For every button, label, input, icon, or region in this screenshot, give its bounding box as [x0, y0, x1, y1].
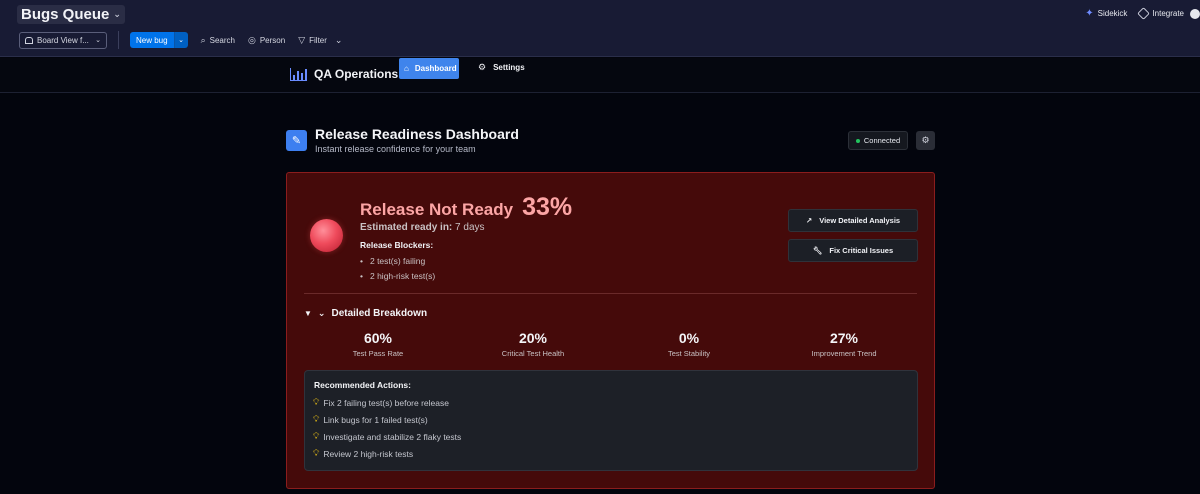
search-label: Search — [209, 35, 235, 45]
release-status-card: Release Not Ready 33% Estimated ready in… — [286, 172, 935, 489]
fix-critical-issues-button[interactable]: 🔧︎ Fix Critical Issues — [788, 239, 918, 262]
card-divider — [304, 293, 917, 294]
chart-icon: ↗ — [805, 216, 813, 225]
view-detailed-analysis-button[interactable]: ↗ View Detailed Analysis — [788, 209, 918, 232]
metric-test-pass-rate: 60% Test Pass Rate — [318, 330, 438, 358]
recommendation-text: Investigate and stabilize 2 flaky tests — [323, 431, 462, 442]
tab-settings-label: Settings — [493, 63, 525, 72]
page-subtitle: Instant release confidence for your team — [315, 144, 476, 154]
integrate-label: Integrate — [1152, 9, 1184, 18]
app-icon — [1190, 8, 1200, 19]
metric-test-stability: 0% Test Stability — [629, 330, 749, 358]
page-title: Release Readiness Dashboard — [315, 126, 519, 142]
person-filter-button[interactable]: ◎ Person — [248, 35, 285, 46]
list-item: 2 high-risk test(s) — [360, 268, 435, 283]
new-bug-button[interactable]: New bug — [130, 32, 174, 48]
view-analysis-label: View Detailed Analysis — [819, 216, 901, 225]
toolbar-divider — [118, 31, 119, 49]
connection-status-label: Connected — [863, 136, 901, 145]
tab-settings[interactable]: ⚙ Settings — [478, 62, 525, 73]
metric-label: Critical Test Health — [501, 349, 565, 358]
release-readiness-percent: 33% — [522, 193, 573, 221]
lightbulb-icon: 💡︎ — [313, 431, 320, 441]
integrate-button[interactable]: Integrate — [1137, 7, 1200, 20]
metric-label: Test Pass Rate — [352, 349, 404, 358]
dashboard-rocket-icon: ✎ — [286, 130, 307, 151]
board-toolbar: Board View f... ⌄ New bug ⌄ ⌕ Search ◎ P… — [19, 31, 342, 49]
breakdown-title: Detailed Breakdown — [331, 308, 428, 319]
sidekick-label: Sidekick — [1097, 9, 1128, 18]
blockers-title: Release Blockers: — [360, 240, 434, 250]
tab-dashboard-label: Dashboard — [414, 64, 457, 73]
list-item: 💡︎ Investigate and stabilize 2 flaky tes… — [313, 431, 461, 442]
metric-value: 0% — [678, 330, 700, 346]
list-item: 2 test(s) failing — [360, 253, 435, 268]
release-status-heading: Release Not Ready 33% — [360, 193, 572, 222]
metric-value: 60% — [363, 330, 393, 346]
board-title[interactable]: Bugs Queue ⌄ — [17, 5, 125, 24]
filter-button[interactable]: ▽ Filter ⌄ — [298, 35, 342, 46]
board-title-text: Bugs Queue — [21, 6, 110, 23]
gear-icon: ⚙ — [921, 135, 930, 145]
board-view-label: Board View f... — [37, 35, 89, 45]
chevron-down-icon: ⌄ — [113, 9, 121, 19]
integrate-icon — [1137, 7, 1151, 20]
metric-label: Improvement Trend — [811, 349, 877, 358]
sparkle-icon: ✦ — [1085, 8, 1094, 19]
fix-issues-label: Fix Critical Issues — [829, 246, 894, 255]
recommended-actions-title: Recommended Actions: — [314, 380, 411, 390]
home-icon: ⌂ — [404, 64, 409, 73]
metric-critical-test-health: 20% Critical Test Health — [473, 330, 593, 358]
release-status-label: Release Not Ready — [360, 200, 514, 219]
sidekick-button[interactable]: ✦ Sidekick — [1085, 8, 1127, 19]
connection-status-badge: Connected — [848, 131, 908, 150]
metric-value: 27% — [829, 330, 859, 346]
app-nav: QA Operations ⌂ Dashboard ⚙ Settings — [0, 58, 1200, 93]
chevron-down-icon: ⌄ — [317, 308, 326, 318]
top-right-actions: ✦ Sidekick Integrate — [1085, 7, 1200, 20]
person-icon: ◎ — [247, 34, 256, 45]
detailed-breakdown-toggle[interactable]: ▼ ⌄ Detailed Breakdown — [304, 308, 427, 319]
filter-icon: ▽ — [298, 34, 306, 45]
home-icon — [25, 36, 33, 44]
metric-value: 20% — [518, 330, 548, 346]
new-bug-button-group: New bug ⌄ — [130, 32, 188, 48]
status-dot-icon — [855, 138, 860, 143]
recommendation-text: Fix 2 failing test(s) before release — [323, 397, 449, 408]
board-view-selector[interactable]: Board View f... ⌄ — [19, 31, 107, 49]
wrench-icon: 🔧︎ — [812, 246, 823, 255]
board-header: Bugs Queue ⌄ ✦ Sidekick Integrate Board … — [0, 0, 1200, 57]
recommendation-text: Link bugs for 1 failed test(s) — [323, 414, 428, 425]
search-icon: ⌕ — [200, 34, 206, 45]
dashboard-settings-button[interactable]: ⚙ — [916, 131, 935, 150]
recommended-actions-panel: Recommended Actions: 💡︎ Fix 2 failing te… — [304, 370, 918, 471]
search-button[interactable]: ⌕ Search — [201, 35, 235, 46]
blockers-list: 2 test(s) failing 2 high-risk test(s) — [360, 253, 435, 283]
list-item: 💡︎ Fix 2 failing test(s) before release — [313, 397, 449, 408]
new-bug-dropdown[interactable]: ⌄ — [173, 32, 188, 48]
lightbulb-icon: 💡︎ — [313, 397, 320, 407]
list-item: 💡︎ Review 2 high-risk tests — [313, 448, 413, 459]
metric-label: Test Stability — [667, 349, 711, 358]
eta-value: 7 days — [455, 222, 485, 233]
eta-label: Estimated ready in: — [360, 222, 453, 233]
recommendation-text: Review 2 high-risk tests — [323, 448, 414, 459]
tab-dashboard[interactable]: ⌂ Dashboard — [399, 58, 459, 79]
lightbulb-icon: 💡︎ — [313, 414, 320, 424]
lightbulb-icon: 💡︎ — [313, 448, 320, 458]
metric-improvement-trend: 27% Improvement Trend — [784, 330, 904, 358]
bar-chart-icon — [290, 67, 307, 81]
person-label: Person — [259, 35, 286, 45]
gear-icon: ⚙ — [478, 62, 487, 72]
list-item: 💡︎ Link bugs for 1 failed test(s) — [313, 414, 428, 425]
triangle-down-icon: ▼ — [304, 309, 312, 318]
status-orb-icon — [310, 219, 343, 252]
estimated-ready: Estimated ready in: 7 days — [360, 222, 485, 233]
brand-name: QA Operations — [314, 67, 399, 81]
app-brand: QA Operations — [290, 67, 398, 81]
chevron-down-icon: ⌄ — [334, 34, 343, 45]
filter-label: Filter — [309, 35, 327, 45]
chevron-down-icon: ⌄ — [178, 37, 185, 44]
chevron-down-icon: ⌄ — [95, 37, 101, 44]
